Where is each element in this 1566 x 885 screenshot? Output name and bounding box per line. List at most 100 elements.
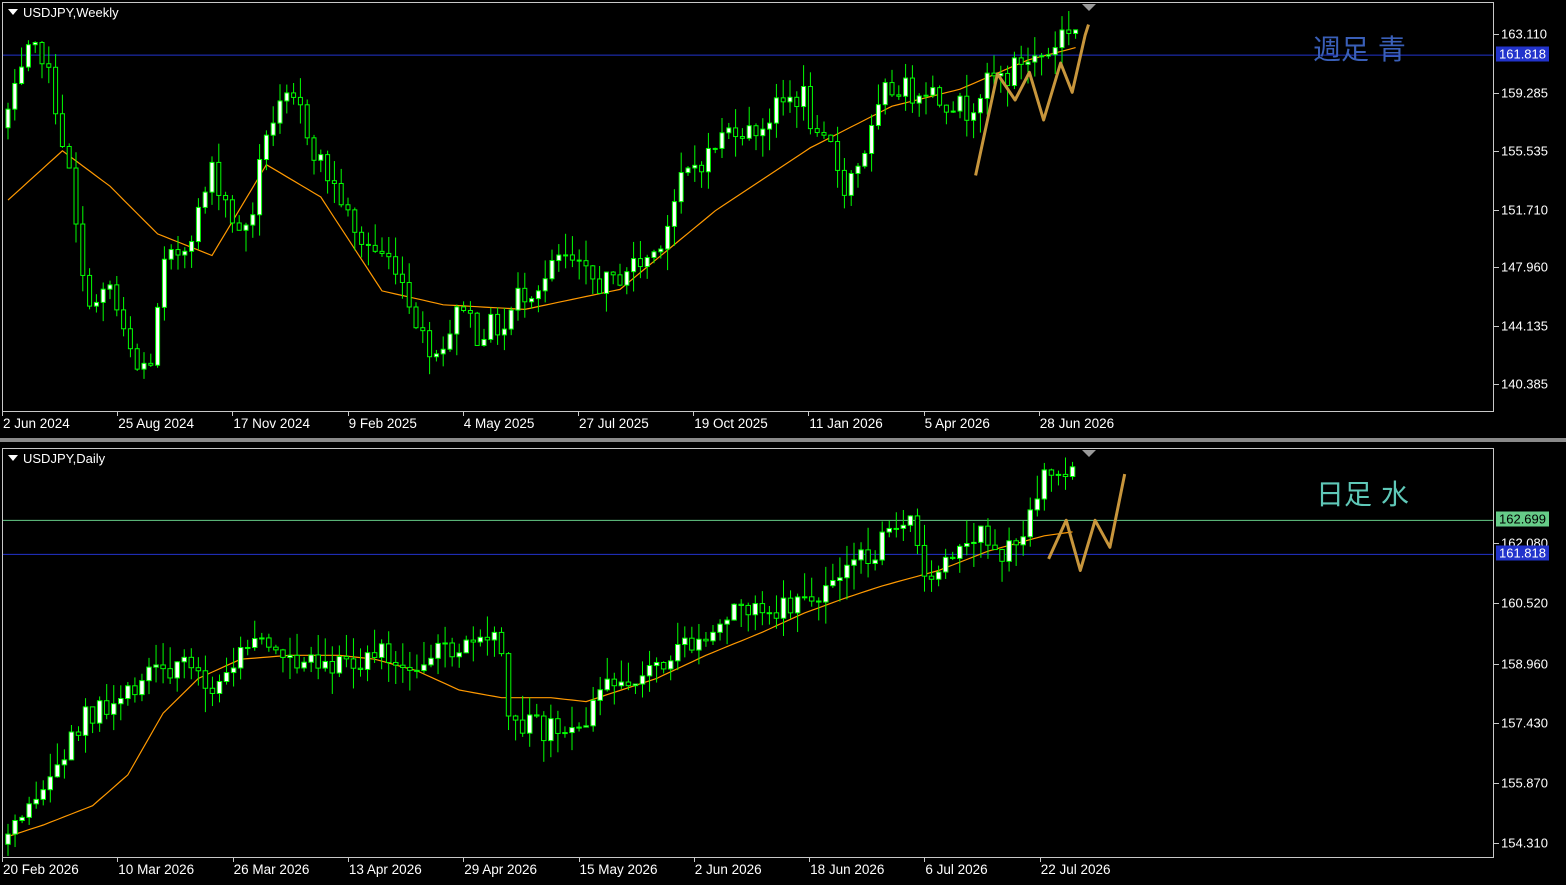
y-tick-mark [1494, 663, 1499, 665]
bull-candle [54, 764, 61, 778]
bear-candle [703, 638, 709, 642]
bear-candle [400, 664, 406, 668]
bull-candle [893, 527, 900, 530]
bear-candle [352, 209, 358, 233]
bull-candle [139, 680, 145, 696]
x-tick-label: 4 May 2025 [463, 416, 535, 431]
bear-candle [338, 182, 344, 206]
bull-candle [202, 191, 208, 208]
bear-candle [522, 287, 528, 303]
bull-candle [916, 95, 922, 104]
bull-candle [675, 644, 681, 662]
bear-candle [87, 274, 93, 307]
bull-candle [603, 271, 609, 294]
x-tick-label: 28 Jun 2026 [1039, 416, 1115, 431]
bull-candle [1034, 498, 1041, 511]
bull-candle [907, 515, 914, 526]
x-tick-label: 22 Jul 2026 [1040, 862, 1111, 877]
weekly-plot-area[interactable] [2, 2, 1494, 412]
bull-candle [542, 278, 548, 292]
bull-candle [562, 732, 568, 735]
bear-candle [39, 42, 45, 65]
x-tick-label: 2 Jun 2026 [694, 862, 762, 877]
bear-candle [202, 670, 209, 689]
bear-candle [461, 306, 467, 312]
bull-candle [96, 700, 103, 724]
bull-candle [237, 647, 244, 669]
bull-candle [692, 164, 698, 169]
bull-candle [682, 637, 688, 646]
bear-candle [590, 265, 596, 280]
bear-candle [1005, 72, 1011, 87]
bear-candle [637, 258, 643, 268]
bear-candle [470, 639, 477, 643]
bear-candle [371, 652, 378, 658]
bull-candle [515, 287, 521, 311]
weekly-price-axis[interactable]: 163.110 159.285 155.535 151.710 147.960 144.1… [1494, 0, 1566, 412]
bear-candle [195, 667, 202, 672]
bear-candle [132, 685, 138, 696]
bull-candle [209, 161, 215, 193]
bull-candle [696, 638, 702, 651]
bull-candle [230, 667, 237, 674]
bull-candle [1027, 509, 1033, 538]
bull-candle [590, 699, 596, 727]
bull-candle [93, 301, 99, 307]
y-tick-label: 144.135 [1501, 318, 1548, 334]
daily-chart-title: USDJPY,Daily [8, 451, 105, 466]
y-tick-mark [1494, 150, 1499, 152]
bull-candle [182, 250, 188, 256]
dropdown-triangle-icon[interactable] [8, 9, 18, 15]
bull-candle [726, 127, 732, 134]
bull-candle [1073, 29, 1079, 34]
bear-candle [223, 194, 229, 201]
y-tick-label: 155.535 [1501, 143, 1548, 159]
panel-separator[interactable] [0, 438, 1566, 442]
bull-candle [146, 666, 152, 682]
price-line-label: 162.699 [1496, 511, 1549, 527]
bull-candle [1006, 540, 1012, 562]
bear-candle [59, 113, 65, 148]
daily-time-axis[interactable]: 20 Feb 2026 10 Mar 2026 26 Mar 2026 13 Apr … [0, 858, 1494, 885]
bear-candle [625, 681, 632, 687]
daily-plot-area[interactable] [2, 448, 1494, 858]
daily-price-axis[interactable]: 162.080 160.520 158.960 157.430 155.870 154.3… [1494, 446, 1566, 858]
bear-candle [519, 719, 526, 734]
bull-candle [491, 631, 498, 641]
bear-candle [365, 243, 371, 246]
bear-candle [766, 612, 773, 615]
bull-candle [848, 172, 854, 196]
bull-candle [879, 531, 885, 561]
y-tick-label: 140.385 [1501, 376, 1548, 392]
bull-candle [978, 525, 984, 543]
bear-candle [807, 86, 813, 130]
bear-candle [1048, 469, 1055, 476]
bull-candle [259, 637, 265, 640]
bear-candle [835, 141, 841, 171]
x-tick-label: 19 Oct 2025 [694, 416, 768, 431]
dropdown-triangle-icon[interactable] [8, 455, 18, 461]
bull-candle [719, 132, 725, 149]
bear-candle [427, 330, 433, 358]
bear-candle [828, 134, 834, 143]
bear-candle [505, 653, 512, 717]
daily-chart-svg [3, 457, 1493, 856]
bear-candle [1013, 540, 1019, 546]
bull-candle [364, 652, 371, 670]
bear-candle [773, 612, 780, 619]
bull-candle [118, 698, 124, 705]
bull-candle [25, 44, 31, 68]
bull-candle [644, 257, 650, 268]
bull-candle [32, 42, 38, 46]
bull-candle [111, 703, 117, 715]
bear-candle [372, 244, 378, 252]
bull-candle [646, 665, 653, 677]
weekly-time-axis[interactable]: 2 Jun 2024 25 Aug 2024 17 Nov 2024 9 Feb 20… [0, 412, 1494, 438]
bull-candle [658, 248, 664, 253]
bull-candle [823, 585, 829, 603]
bull-candle [794, 596, 801, 614]
bull-candle [1052, 47, 1058, 56]
bear-candle [814, 128, 820, 134]
bull-candle [243, 224, 249, 231]
bull-candle [667, 660, 674, 670]
